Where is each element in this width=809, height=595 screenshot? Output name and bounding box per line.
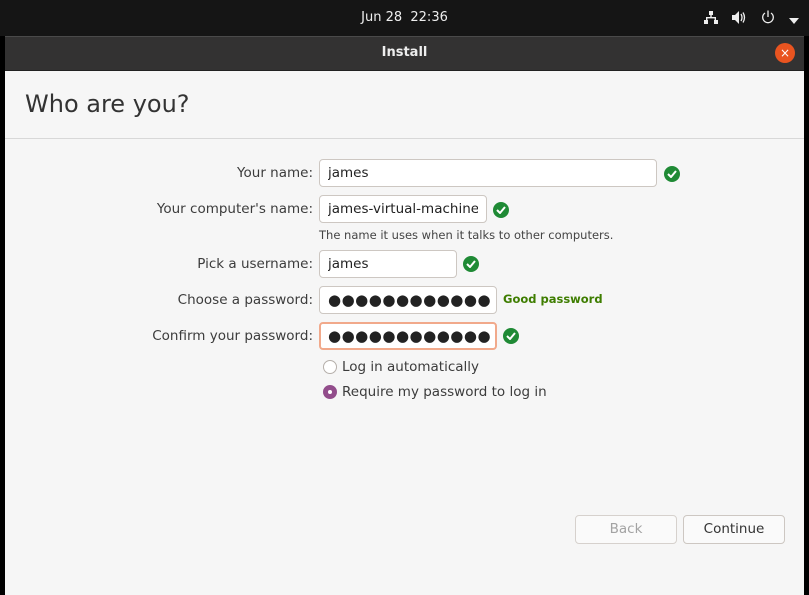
radio-login-automatically[interactable]: Log in automatically <box>323 359 479 375</box>
clock[interactable]: Jun 28 22:36 <box>0 10 809 25</box>
title-bar[interactable]: Install × <box>5 36 804 71</box>
confirm-valid-icon <box>503 328 519 344</box>
computer-name-label: Your computer's name: <box>156 201 313 217</box>
volume-icon[interactable] <box>732 9 747 28</box>
confirm-password-label: Confirm your password: <box>152 328 313 344</box>
password-strength: Good password <box>503 292 603 306</box>
computer-name-valid-icon <box>493 202 509 218</box>
top-bar: Jun 28 22:36 <box>0 0 809 36</box>
name-label: Your name: <box>237 165 313 181</box>
page-title: Who are you? <box>25 90 190 118</box>
date: Jun 28 <box>361 10 403 25</box>
back-button[interactable]: Back <box>575 515 677 544</box>
power-icon[interactable] <box>761 9 775 28</box>
close-icon: × <box>779 46 791 60</box>
computer-name-hint: The name it uses when it talks to other … <box>319 228 614 242</box>
installer-window: Install × Who are you? Your name: Your c… <box>5 36 804 595</box>
radio-label: Require my password to log in <box>342 384 547 400</box>
radio-require-password[interactable]: Require my password to log in <box>323 384 547 400</box>
radio-unselected-icon[interactable] <box>323 360 337 374</box>
password-input[interactable]: ●●●●●●●●●●●● <box>319 286 497 314</box>
confirm-password-input[interactable]: ●●●●●●●●●●●● <box>319 322 497 350</box>
username-valid-icon <box>463 256 479 272</box>
continue-button[interactable]: Continue <box>683 515 785 544</box>
time: 22:36 <box>410 10 448 25</box>
close-button[interactable]: × <box>775 43 795 63</box>
computer-name-input[interactable] <box>319 195 487 223</box>
name-input[interactable] <box>319 159 657 187</box>
network-wired-icon[interactable] <box>704 9 718 28</box>
menu-arrow-icon[interactable] <box>789 9 799 28</box>
username-input[interactable] <box>319 250 457 278</box>
radio-label: Log in automatically <box>342 359 480 375</box>
window-title: Install <box>381 45 428 60</box>
system-tray[interactable] <box>704 9 799 28</box>
username-label: Pick a username: <box>197 256 313 272</box>
password-label: Choose a password: <box>177 292 313 308</box>
name-valid-icon <box>664 166 680 182</box>
radio-selected-icon[interactable] <box>323 385 337 399</box>
page-header: Who are you? <box>5 71 804 139</box>
